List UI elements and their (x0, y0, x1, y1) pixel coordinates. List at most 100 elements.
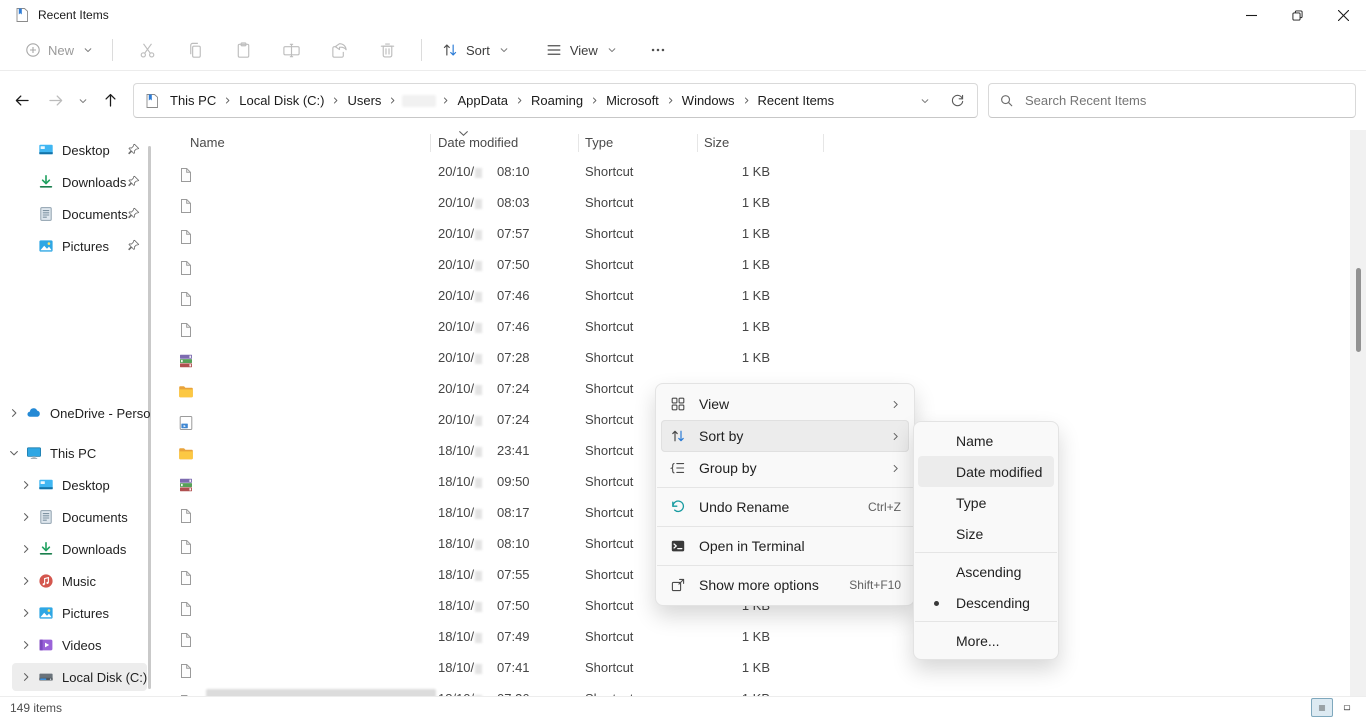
column-divider[interactable] (430, 134, 431, 152)
sidebar-item-label: Documents (62, 510, 128, 525)
breadcrumb-segment[interactable]: Microsoft (602, 90, 663, 111)
sidebar-item-pictures[interactable]: Pictures (0, 597, 152, 629)
sidebar-item-local-disk-c-[interactable]: Local Disk (C:) (0, 661, 152, 693)
up-button[interactable] (94, 84, 127, 117)
file-row[interactable]: 20/10/07:50Shortcut1 KB (152, 249, 1350, 280)
file-row[interactable]: 20/10/08:03Shortcut1 KB (152, 187, 1350, 218)
minimize-button[interactable] (1228, 0, 1274, 30)
sidebar-item-documents[interactable]: Documents (0, 501, 152, 533)
vertical-scrollbar[interactable] (1350, 130, 1366, 697)
delete-button[interactable] (367, 34, 407, 66)
file-row[interactable]: 20/10/07:46Shortcut1 KB (152, 280, 1350, 311)
thispc-icon (26, 445, 42, 461)
submenu-item-type[interactable]: Type (918, 487, 1054, 518)
address-bar[interactable]: This PC Local Disk (C:) Users AppData Roamin… (133, 83, 978, 118)
column-divider[interactable] (823, 134, 824, 152)
chevron-right-icon[interactable] (20, 607, 32, 619)
column-header-type[interactable]: Type (585, 130, 613, 156)
recent-locations-button[interactable] (72, 84, 94, 117)
breadcrumb-segment[interactable]: Recent Items (754, 90, 839, 111)
forward-button[interactable] (39, 84, 72, 117)
menu-item-show-more-options[interactable]: Show more optionsShift+F10 (661, 569, 909, 601)
breadcrumb-segment[interactable]: Windows (678, 90, 739, 111)
column-header-date-modified[interactable]: Date modified (438, 130, 518, 156)
menu-item-label: Undo Rename (699, 499, 848, 515)
submenu-item-descending[interactable]: Descending (918, 587, 1054, 618)
refresh-button[interactable] (943, 88, 971, 114)
sidebar-item-desktop[interactable]: Desktop (0, 469, 152, 501)
type-cell: Shortcut (585, 373, 633, 404)
search-input[interactable] (1023, 92, 1345, 109)
sidebar-item-desktop[interactable]: Desktop (0, 134, 152, 166)
time-cell: 07:50 (497, 249, 530, 280)
chevron-right-icon[interactable] (20, 575, 32, 587)
submenu-item-name[interactable]: Name (918, 425, 1054, 456)
menu-item-open-in-terminal[interactable]: Open in Terminal (661, 530, 909, 562)
chevron-right-icon (890, 399, 901, 410)
address-dropdown-button[interactable] (911, 88, 939, 114)
close-button[interactable] (1320, 0, 1366, 30)
more-options-button[interactable] (640, 34, 676, 66)
menu-item-view[interactable]: View (661, 388, 909, 420)
sidebar-item-this-pc[interactable]: This PC (0, 437, 152, 469)
file-row[interactable]: 18/10/07:41Shortcut1 KB (152, 652, 1350, 683)
file-name-cell (206, 311, 430, 342)
menu-item-group-by[interactable]: Group by (661, 452, 909, 484)
menu-item-undo-rename[interactable]: Undo RenameCtrl+Z (661, 491, 909, 523)
breadcrumb-segment[interactable]: Roaming (527, 90, 587, 111)
sidebar-item-videos[interactable]: Videos (0, 629, 152, 661)
breadcrumb-segment[interactable]: This PC (166, 90, 220, 111)
back-button[interactable] (6, 84, 39, 117)
file-row[interactable]: 18/10/07:36Shortcut1 KB (152, 683, 1350, 697)
scrollbar-thumb[interactable] (1356, 268, 1361, 352)
chevron-right-icon[interactable] (20, 511, 32, 523)
menu-item-sort-by[interactable]: Sort by (661, 420, 909, 452)
submenu-item-size[interactable]: Size (918, 518, 1054, 549)
column-header-name[interactable]: Name (190, 130, 225, 156)
chevron-right-icon[interactable] (20, 479, 32, 491)
rename-button[interactable] (271, 34, 311, 66)
breadcrumb-segment[interactable]: Local Disk (C:) (235, 90, 328, 111)
toolbar-separator (112, 39, 113, 61)
breadcrumb-segment[interactable]: Users (343, 90, 385, 111)
submenu-item-ascending[interactable]: Ascending (918, 556, 1054, 587)
column-header-size[interactable]: Size (704, 130, 729, 156)
cut-button[interactable] (127, 34, 167, 66)
file-row[interactable]: 18/10/07:49Shortcut1 KB (152, 621, 1350, 652)
command-bar: New Sort View (0, 30, 1366, 71)
sidebar-item-documents[interactable]: Documents (0, 198, 152, 230)
sidebar-item-music[interactable]: Music (0, 565, 152, 597)
chevron-down-icon[interactable] (8, 447, 20, 459)
restore-button[interactable] (1274, 0, 1320, 30)
sort-button[interactable]: Sort (432, 34, 518, 66)
file-row[interactable]: 20/10/07:28Shortcut1 KB (152, 342, 1350, 373)
details-view-button[interactable] (1311, 698, 1333, 717)
column-divider[interactable] (578, 134, 579, 152)
submenu-item-more-[interactable]: More... (918, 625, 1054, 656)
share-button[interactable] (319, 34, 359, 66)
redacted-year (475, 199, 482, 209)
type-cell: Shortcut (585, 218, 633, 249)
file-row[interactable]: 20/10/07:46Shortcut1 KB (152, 311, 1350, 342)
chevron-right-icon[interactable] (20, 671, 32, 683)
chevron-right-icon[interactable] (8, 407, 20, 419)
new-button[interactable]: New (16, 34, 102, 66)
view-button[interactable]: View (536, 34, 626, 66)
column-divider[interactable] (697, 134, 698, 152)
chevron-right-icon[interactable] (20, 543, 32, 555)
breadcrumb-segment[interactable]: AppData (453, 90, 512, 111)
sidebar-item-downloads[interactable]: Downloads (0, 166, 152, 198)
sidebar-item-label: Pictures (62, 606, 109, 621)
sidebar-item-onedrive-perso[interactable]: OneDrive - Perso (0, 397, 152, 429)
file-row[interactable]: 20/10/08:10Shortcut1 KB (152, 156, 1350, 187)
sidebar-item-downloads[interactable]: Downloads (0, 533, 152, 565)
size-cell: 1 KB (692, 311, 770, 342)
large-icons-view-button[interactable] (1336, 698, 1358, 717)
chevron-right-icon[interactable] (20, 639, 32, 651)
copy-button[interactable] (175, 34, 215, 66)
submenu-item-date-modified[interactable]: Date modified (918, 456, 1054, 487)
file-row[interactable]: 20/10/07:57Shortcut1 KB (152, 218, 1350, 249)
search-box[interactable] (988, 83, 1356, 118)
paste-button[interactable] (223, 34, 263, 66)
sidebar-item-pictures[interactable]: Pictures (0, 230, 152, 262)
